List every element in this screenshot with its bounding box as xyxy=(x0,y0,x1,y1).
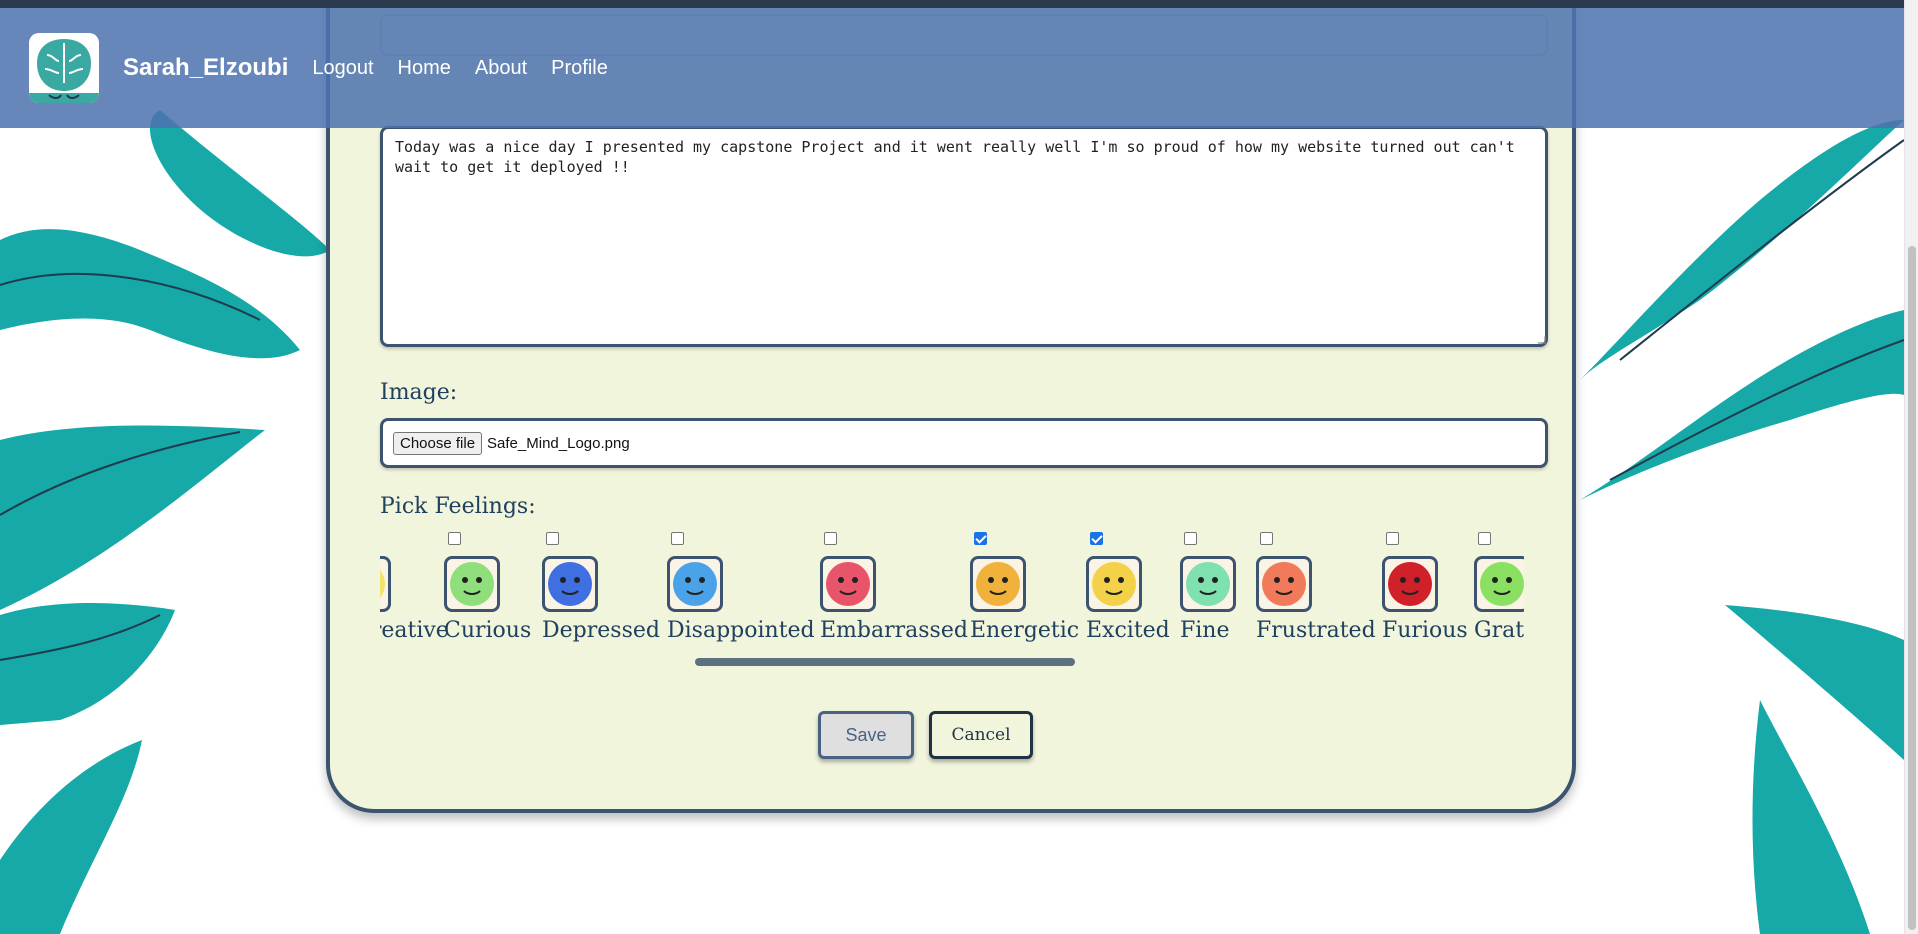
feeling-name: Curious xyxy=(444,618,532,643)
feeling-name: Disappointed xyxy=(667,618,815,643)
feeling-checkbox[interactable] xyxy=(671,532,684,545)
image-label: Image: xyxy=(380,380,458,405)
feeling-checkbox[interactable] xyxy=(1090,532,1103,545)
emotion-face-icon xyxy=(450,562,494,606)
emotion-face-icon xyxy=(380,562,385,606)
nav-link-profile[interactable]: Profile xyxy=(551,57,608,80)
page-scrollbar-thumb[interactable] xyxy=(1908,246,1916,930)
feeling-image[interactable] xyxy=(542,556,598,612)
feeling-image[interactable] xyxy=(820,556,876,612)
feeling-image[interactable] xyxy=(1256,556,1312,612)
textarea-resize-handle[interactable] xyxy=(1538,336,1546,344)
emotion-face-icon xyxy=(1480,562,1524,606)
cancel-button[interactable]: Cancel xyxy=(929,711,1033,759)
feeling-image[interactable] xyxy=(1180,556,1236,612)
emotion-face-icon xyxy=(1092,562,1136,606)
brain-logo-icon xyxy=(29,33,99,103)
pick-feelings-label: Pick Feelings: xyxy=(380,494,536,519)
feeling-name: Embarrassed xyxy=(820,618,968,643)
emotion-face-icon xyxy=(673,562,717,606)
feeling-checkbox[interactable] xyxy=(824,532,837,545)
brand-username[interactable]: Sarah_Elzoubi xyxy=(123,54,288,82)
feeling-checkbox[interactable] xyxy=(974,532,987,545)
feeling-checkbox[interactable] xyxy=(448,532,461,545)
feeling-name: Energetic xyxy=(970,618,1080,643)
feeling-name: Furious xyxy=(1382,618,1468,643)
nav-link-logout[interactable]: Logout xyxy=(312,57,373,80)
feeling-name: Fine xyxy=(1180,618,1230,643)
feelings-horizontal-scrollbar[interactable] xyxy=(695,658,1075,666)
feeling-name: Depressed xyxy=(542,618,660,643)
feelings-carousel[interactable]: CreativeCurious Depressed DisappointedEmba… xyxy=(380,526,1524,666)
feeling-checkbox[interactable] xyxy=(1184,532,1197,545)
emotion-face-icon xyxy=(1262,562,1306,606)
emotion-face-icon xyxy=(1388,562,1432,606)
safe-mind-logo[interactable] xyxy=(29,33,99,103)
nav-link-home[interactable]: Home xyxy=(398,57,451,80)
navbar: Sarah_Elzoubi Logout Home About Profile xyxy=(0,8,1904,128)
emotion-face-icon xyxy=(826,562,870,606)
feeling-name: Excited xyxy=(1086,618,1170,643)
window-top-strip xyxy=(0,0,1918,8)
feeling-checkbox[interactable] xyxy=(1260,532,1273,545)
nav-link-about[interactable]: About xyxy=(475,57,527,80)
feeling-checkbox[interactable] xyxy=(1386,532,1399,545)
image-file-input[interactable]: Choose file Safe_Mind_Logo.png xyxy=(380,418,1548,468)
journal-textarea[interactable]: Today was a nice day I presented my caps… xyxy=(380,126,1548,347)
feeling-image[interactable] xyxy=(1382,556,1438,612)
feeling-name: Creative xyxy=(380,618,449,643)
emotion-face-icon xyxy=(548,562,592,606)
emotion-face-icon xyxy=(1186,562,1230,606)
page: Sarah_Elzoubi Logout Home About Profile … xyxy=(0,0,1918,934)
feeling-checkbox[interactable] xyxy=(1478,532,1491,545)
choose-file-button[interactable]: Choose file xyxy=(393,431,483,455)
page-scrollbar[interactable] xyxy=(1904,0,1918,934)
feeling-image[interactable] xyxy=(444,556,500,612)
feeling-image[interactable] xyxy=(1086,556,1142,612)
feeling-checkbox[interactable] xyxy=(546,532,559,545)
feeling-image[interactable] xyxy=(1474,556,1524,612)
feeling-name: Grateful xyxy=(1474,618,1524,643)
save-button[interactable]: Save xyxy=(818,711,914,759)
selected-file-name: Safe_Mind_Logo.png xyxy=(487,434,630,452)
emotion-face-icon xyxy=(976,562,1020,606)
feeling-name: Frustrated xyxy=(1256,618,1376,643)
feeling-image[interactable] xyxy=(667,556,723,612)
feeling-image[interactable] xyxy=(970,556,1026,612)
feeling-image[interactable] xyxy=(380,556,391,612)
